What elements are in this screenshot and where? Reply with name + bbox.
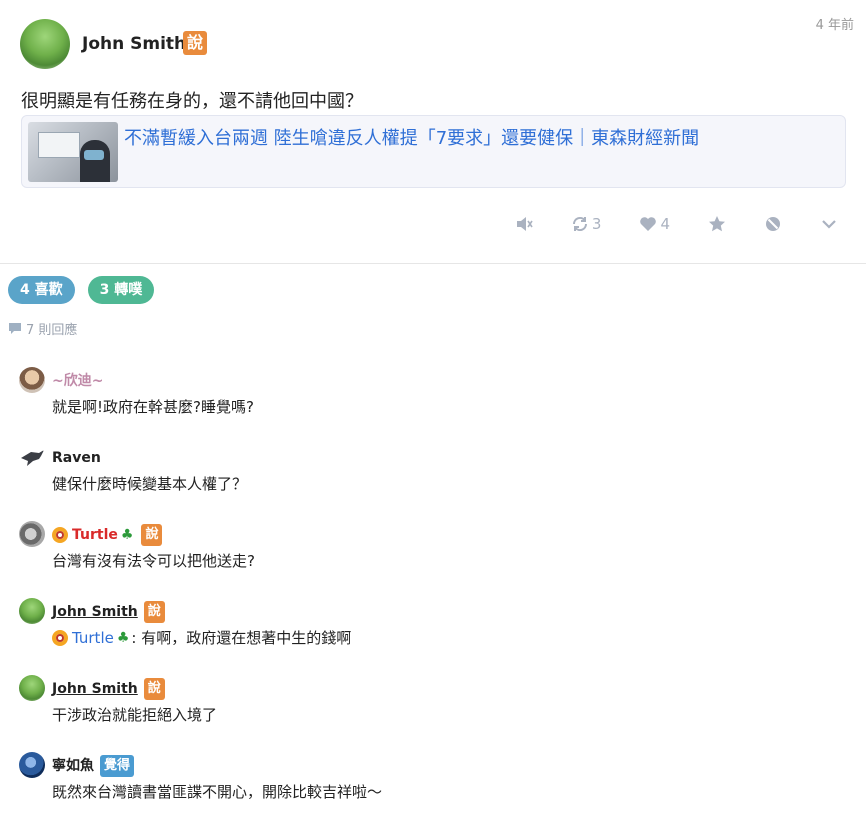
reply-count-label: 7 則回應	[26, 323, 78, 338]
heart-icon	[640, 217, 657, 231]
response-item: Raven 健保什麼時候變基本人權了？	[0, 444, 866, 504]
more-button[interactable]	[820, 215, 838, 233]
avatar[interactable]	[19, 752, 45, 778]
mention-link[interactable]: Turtle	[72, 629, 114, 647]
mute-icon	[516, 217, 533, 231]
response-item: John Smith 說 干涉政治就能拒絕入境了	[0, 675, 866, 735]
link-thumbnail[interactable]	[28, 122, 118, 182]
response-text: 既然來台灣讀書當匪諜不開心，開除比較吉祥啦～	[52, 783, 383, 801]
response-item: 寧如魚 覺得 既然來台灣讀書當匪諜不開心，開除比較吉祥啦～	[0, 752, 866, 812]
post-actions: 3 4	[477, 212, 838, 236]
qualifier-badge: 說	[183, 31, 208, 55]
post-content: 很明顯是有任務在身的，還不請他回中國？	[21, 91, 363, 112]
qualifier-badge: 說	[143, 601, 165, 623]
response-text: 健保什麼時候變基本人權了？	[52, 475, 248, 493]
responder-name[interactable]: Raven	[52, 446, 101, 470]
avatar[interactable]	[19, 367, 45, 393]
responder-name[interactable]: John Smith	[52, 600, 138, 624]
response-item: ~欣迪~ 就是啊!政府在幹甚麼?睡覺嗎?	[0, 367, 866, 427]
replurk-button[interactable]: 3	[571, 215, 602, 233]
emoji-icon	[52, 527, 68, 543]
emoji-icon	[52, 629, 68, 646]
response-text: 台灣有沒有法令可以把他送走?	[52, 552, 255, 570]
clover-icon: ♣	[120, 527, 134, 543]
stats-pills: 4 喜歡 3 轉噗	[8, 276, 167, 304]
plurk-post: John Smith 說 4 年前 很明顯是有任務在身的，還不請他回中國？ 不滿…	[0, 0, 866, 264]
responder-name[interactable]: John Smith	[52, 677, 138, 701]
qualifier-badge: 說	[141, 524, 163, 546]
avatar[interactable]	[19, 444, 45, 470]
response-item: John Smith 說 Turtle ♣ : 有啊，政府還在想著中生的錢啊	[0, 598, 866, 658]
responder-name[interactable]: Turtle	[72, 523, 118, 547]
link-title[interactable]: 不滿暫緩入台兩週 陸生嗆違反人權提「7要求」還要健保｜東森財經新聞	[124, 124, 699, 150]
post-timestamp[interactable]: 4 年前	[816, 14, 854, 33]
avatar[interactable]	[19, 598, 45, 624]
qualifier-badge: 說	[143, 678, 165, 700]
clover-icon: ♣	[116, 629, 130, 646]
replurk-icon	[572, 216, 587, 232]
replurk-count: 3	[591, 215, 602, 233]
replurks-pill[interactable]: 3 轉噗	[87, 276, 155, 304]
mute-button[interactable]	[515, 215, 533, 233]
chevron-down-icon	[822, 220, 836, 229]
block-icon	[766, 217, 780, 231]
response-text-row: Turtle ♣ : 有啊，政府還在想著中生的錢啊	[52, 627, 351, 648]
speech-bubble-icon	[9, 323, 21, 334]
star-icon	[709, 216, 725, 232]
response-item: Turtle ♣ 說 台灣有沒有法令可以把他送走?	[0, 521, 866, 581]
bookmark-button[interactable]	[708, 215, 726, 233]
avatar[interactable]	[19, 675, 45, 701]
author-name[interactable]: John Smith	[82, 34, 186, 54]
response-text: 就是啊!政府在幹甚麼?睡覺嗎?	[52, 398, 254, 416]
response-text: : 有啊，政府還在想著中生的錢啊	[131, 629, 352, 647]
avatar[interactable]	[19, 521, 45, 547]
raven-icon	[21, 450, 44, 466]
link-preview-card[interactable]: 不滿暫緩入台兩週 陸生嗆違反人權提「7要求」還要健保｜東森財經新聞	[21, 115, 846, 188]
responder-name[interactable]: ~欣迪~	[52, 369, 103, 393]
block-button[interactable]	[764, 215, 782, 233]
like-count: 4	[660, 215, 670, 233]
qualifier-badge: 覺得	[100, 755, 135, 777]
response-text: 干涉政治就能拒絕入境了	[52, 706, 218, 724]
likes-pill[interactable]: 4 喜歡	[8, 276, 75, 304]
author-avatar[interactable]	[20, 19, 70, 69]
reply-count: 7 則回應	[8, 319, 77, 338]
like-button[interactable]: 4	[639, 215, 670, 233]
responder-name[interactable]: 寧如魚	[52, 754, 94, 778]
